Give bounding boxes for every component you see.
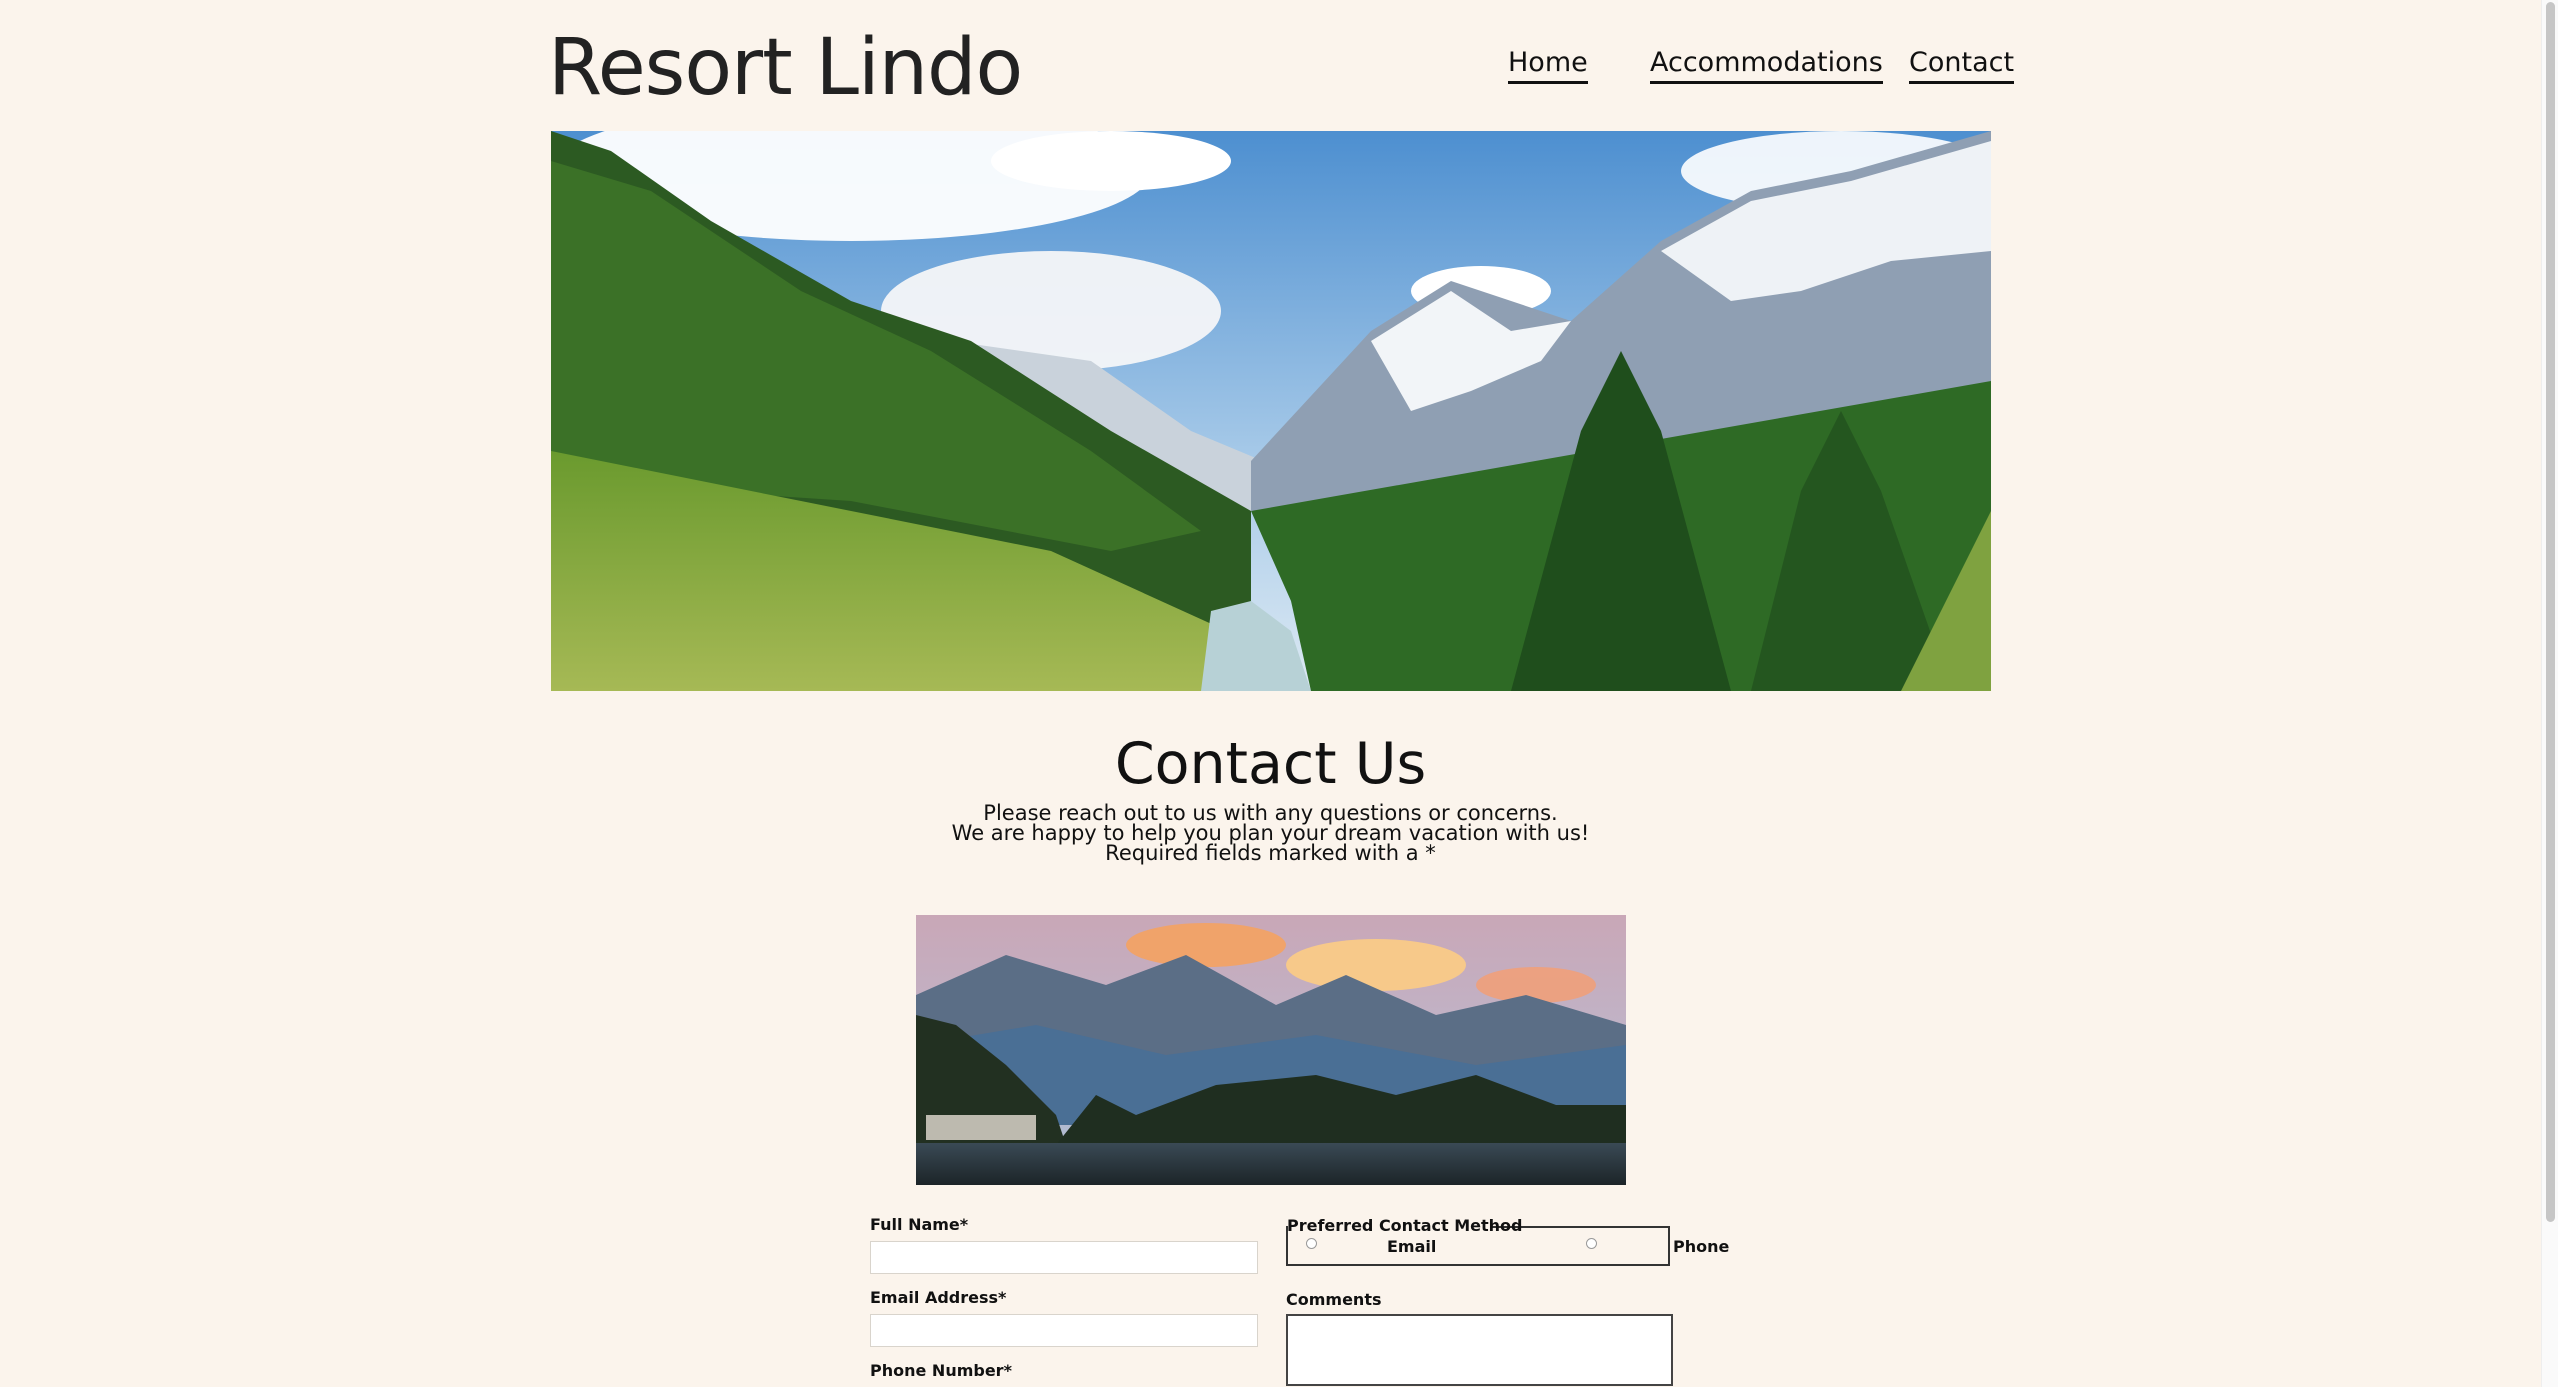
nav-home-link[interactable]: Home (1508, 46, 1588, 84)
comments-label: Comments (1286, 1290, 1382, 1309)
lake-image (916, 915, 1626, 1185)
page-scrollbar[interactable] (2541, 0, 2558, 1387)
contact-method-legend: Preferred Contact Method (1287, 1216, 1523, 1235)
phone-label: Phone Number* (870, 1361, 1012, 1380)
intro-line: Required fields marked with a * (1105, 841, 1436, 865)
full-name-label: Full Name* (870, 1215, 969, 1234)
email-option-label: Email (1387, 1237, 1437, 1256)
nav-accommodations-link[interactable]: Accommodations (1650, 46, 1883, 84)
email-radio[interactable] (1306, 1238, 1317, 1249)
full-name-input[interactable] (870, 1241, 1258, 1274)
scrollbar-thumb[interactable] (2546, 2, 2555, 1222)
site-title: Resort Lindo (548, 23, 1023, 113)
intro-text: Please reach out to us with any question… (0, 801, 2541, 865)
comments-textarea[interactable] (1286, 1314, 1673, 1386)
phone-option-label: Phone (1673, 1237, 1730, 1256)
intro-line: We are happy to help you plan your dream… (951, 821, 1590, 845)
phone-radio[interactable] (1586, 1238, 1597, 1249)
intro-line: Please reach out to us with any question… (983, 801, 1558, 825)
nav-contact-link[interactable]: Contact (1909, 46, 2015, 84)
email-label: Email Address* (870, 1288, 1007, 1307)
contact-heading: Contact Us (1114, 731, 1427, 797)
email-input[interactable] (870, 1314, 1258, 1347)
hero-image (551, 131, 1991, 691)
